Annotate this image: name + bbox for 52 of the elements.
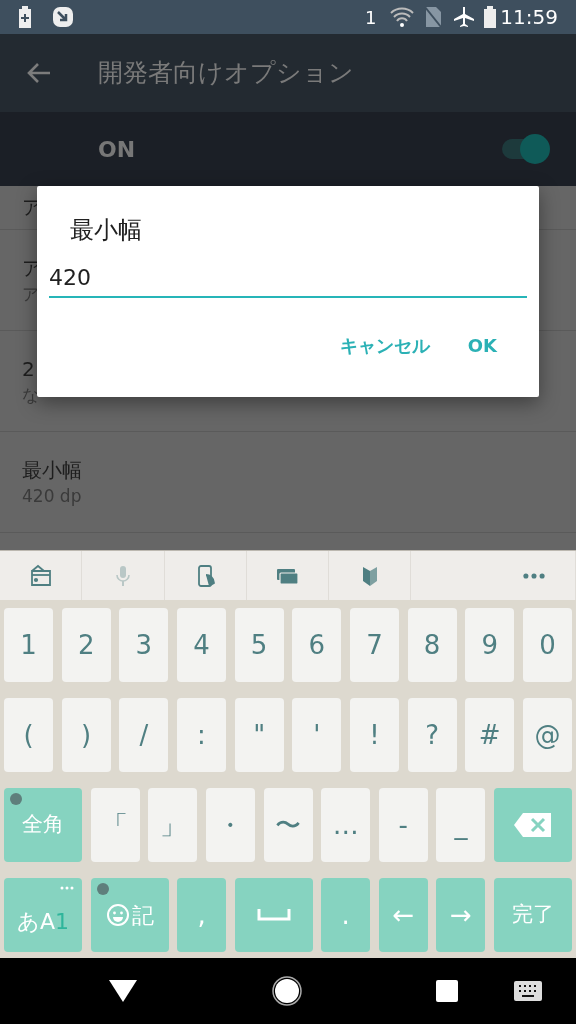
back-arrow-icon[interactable]	[26, 62, 52, 84]
keyboard-key[interactable]: 6	[292, 608, 342, 682]
clock-time: 11:59	[500, 4, 558, 31]
keyboard-key[interactable]: ・	[205, 788, 255, 862]
keyboard-icon[interactable]	[514, 981, 542, 1001]
keyboard-key[interactable]: :	[176, 698, 226, 772]
keyboard-key[interactable]: 3	[119, 608, 169, 682]
keyboard-key[interactable]: 9	[465, 608, 515, 682]
keyboard-key[interactable]: /	[119, 698, 169, 772]
keyboard-key[interactable]: 」	[148, 788, 198, 862]
keyboard-key[interactable]: (	[4, 698, 53, 772]
keyboard-key[interactable]: @	[522, 698, 572, 772]
keyboard-key[interactable]: )	[61, 698, 111, 772]
keyboard-key[interactable]: '	[292, 698, 342, 772]
setting-title: 2	[22, 356, 36, 383]
dialog-title: 最小幅	[70, 215, 142, 246]
battery-icon	[484, 6, 497, 28]
airplane-icon	[452, 5, 477, 29]
battery-charging-icon	[18, 6, 32, 28]
keyboard-key[interactable]: 1	[4, 608, 53, 682]
setting-title: 最小幅	[22, 457, 83, 484]
screen-title: 開発者向けオプション	[98, 57, 354, 90]
keyboard-key[interactable]: 0	[522, 608, 572, 682]
switch-label: ON	[98, 135, 136, 164]
backspace-icon	[513, 812, 553, 838]
home-icon[interactable]	[272, 976, 302, 1006]
keyboard-key[interactable]: _	[436, 788, 486, 862]
back-icon[interactable]	[108, 979, 138, 1003]
smiley-icon	[105, 903, 130, 927]
keyboard-key[interactable]: 4	[176, 608, 226, 682]
keyboard-key[interactable]: #	[465, 698, 515, 772]
sim-slot-label: 1	[364, 5, 377, 30]
keyboard-key[interactable]: 8	[407, 608, 457, 682]
ellipsis-icon	[60, 886, 74, 890]
dialog-button[interactable]: キャンセル	[325, 324, 444, 367]
keyboard-key[interactable]: 5	[234, 608, 284, 682]
keyboard-key[interactable]: 2	[61, 608, 111, 682]
toggle-switch[interactable]	[500, 134, 550, 164]
space-icon	[256, 909, 291, 921]
keyboard-key[interactable]: -	[378, 788, 428, 862]
keyboard-key[interactable]: 7	[349, 608, 399, 682]
keyboard-key[interactable]: ?	[407, 698, 457, 772]
keyboard-key[interactable]: …	[321, 788, 371, 862]
app-notification-icon	[52, 6, 74, 28]
input-field[interactable]: 420	[49, 258, 527, 298]
no-sim-icon	[424, 6, 443, 28]
keyboard-key[interactable]: "	[234, 698, 284, 772]
keyboard-key[interactable]: 〜	[263, 788, 313, 862]
wifi-icon	[390, 7, 415, 27]
dialog-button[interactable]: OK	[453, 324, 511, 367]
keyboard-key[interactable]: 「	[90, 788, 140, 862]
keyboard-key[interactable]: !	[349, 698, 399, 772]
